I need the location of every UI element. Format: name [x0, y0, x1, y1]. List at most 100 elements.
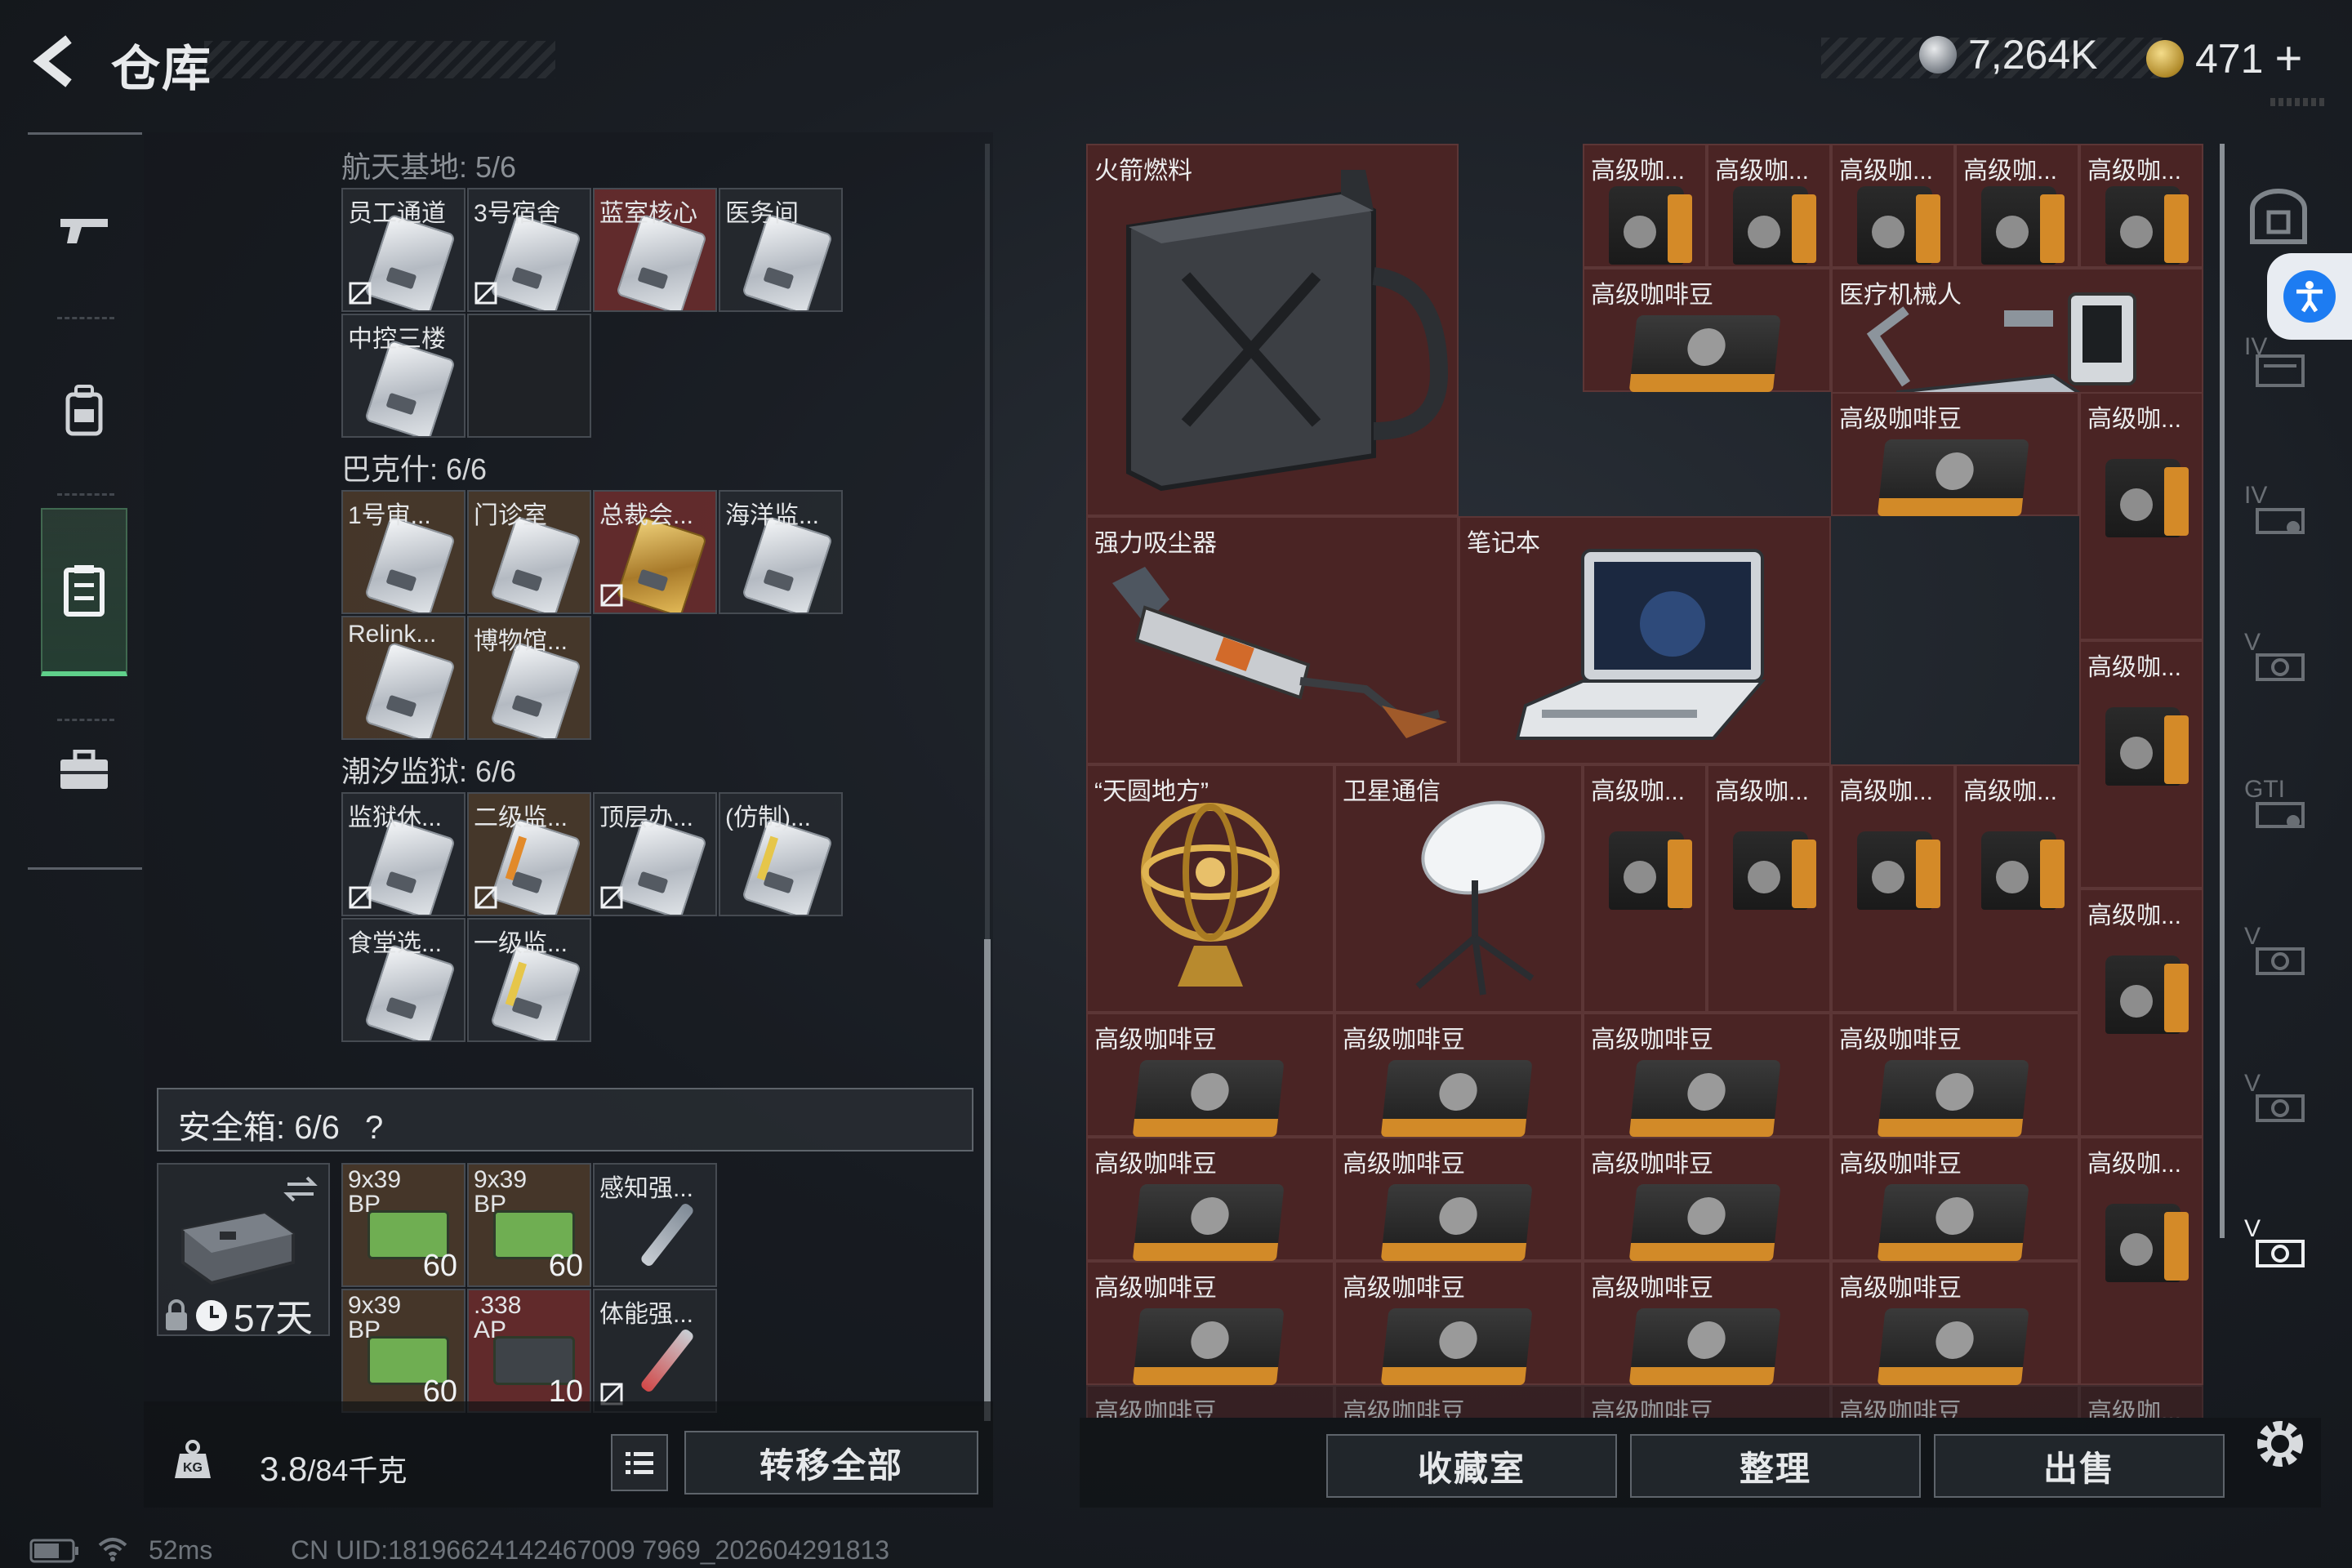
armillary-sphere-icon [1141, 803, 1280, 987]
safe-item-ammo[interactable]: .338 AP 10 [467, 1289, 591, 1413]
coffee-bag-icon [1133, 1060, 1285, 1132]
item-coffee[interactable]: 高级咖... [2079, 144, 2203, 268]
nav-weapon[interactable] [41, 186, 127, 276]
key-card[interactable]: 门诊室 [467, 490, 591, 614]
item-coffee-wide[interactable]: 高级咖啡豆 [1583, 1261, 1831, 1385]
key-card[interactable]: 海洋监... [719, 490, 843, 614]
currency-coins[interactable]: 7,264K [1919, 31, 2097, 78]
item-coffee-wide[interactable]: 高级咖啡豆 [1831, 392, 2079, 516]
sell-button[interactable]: 出售 [1934, 1434, 2225, 1498]
safe-box-help-button[interactable]: ? [365, 1110, 383, 1146]
add-currency-button[interactable]: + [2274, 31, 2302, 86]
key-card[interactable]: 中控三楼 [341, 314, 466, 438]
item-coffee-wide[interactable]: 高级咖啡豆 [1831, 1137, 2079, 1261]
key-card[interactable]: 二级监... [467, 792, 591, 916]
item-label: 高级咖啡豆 [1591, 1027, 1713, 1054]
item-coffee-wide[interactable]: 高级咖啡豆 [1086, 1261, 1334, 1385]
safe-item-ammo[interactable]: 9x39 BP 60 [341, 1163, 466, 1287]
item-coffee-wide[interactable]: 高级咖啡豆 [1583, 1013, 1831, 1137]
storage-tab-iv-2[interactable]: IV [2244, 482, 2313, 539]
item-coffee[interactable]: 高级咖... [1707, 144, 1831, 268]
sort-button[interactable]: 整理 [1630, 1434, 1921, 1498]
item-coffee-wide[interactable]: 高级咖啡豆 [1086, 1013, 1334, 1137]
item-coffee[interactable]: 高级咖... [1955, 144, 2079, 268]
item-coffee-wide[interactable]: 高级咖啡豆 [1831, 1385, 2079, 1418]
key-card[interactable]: 食堂选... [341, 918, 466, 1042]
storage-tab-v-2[interactable]: V [2244, 923, 2313, 980]
item-coffee-tall[interactable]: 高级咖... [2079, 392, 2203, 640]
item-laptop[interactable]: 笔记本 [1459, 516, 1831, 764]
item-coffee-tall[interactable]: 高级咖... [2079, 1137, 2203, 1385]
item-coffee-tall[interactable]: 高级咖... [1831, 764, 1955, 1013]
item-armillary[interactable]: “天圆地方” [1086, 764, 1334, 1013]
key-card[interactable]: 1号审... [341, 490, 466, 614]
item-coffee[interactable]: 高级咖... [1831, 144, 1955, 268]
weight-icon: KG [175, 1440, 211, 1478]
key-label: Relink... [348, 621, 437, 648]
item-coffee-wide[interactable]: 高级咖啡豆 [1334, 1137, 1583, 1261]
swap-icon[interactable] [283, 1173, 318, 1205]
item-coffee-wide[interactable]: 高级咖啡豆 [1583, 1137, 1831, 1261]
key-card[interactable]: 蓝室核心 [593, 188, 717, 312]
storage-tab-gti[interactable]: GTI [2244, 776, 2313, 833]
storage-tab-iv-1[interactable]: IV [2244, 333, 2313, 390]
item-coffee-tall[interactable]: 高级咖... [1955, 764, 2079, 1013]
storage-scrollbar-thumb[interactable] [2220, 144, 2225, 1238]
collection-room-button[interactable]: 收藏室 [1326, 1434, 1617, 1498]
item-satellite[interactable]: 卫星通信 [1334, 764, 1583, 1013]
key-card[interactable]: 医务间 [719, 188, 843, 312]
currency-tokens[interactable]: 471 + [2146, 31, 2302, 86]
nav-gear[interactable] [41, 366, 127, 456]
safe-item-stim[interactable]: 感知强... [593, 1163, 717, 1287]
item-coffee[interactable]: 高级咖... [2079, 1385, 2203, 1418]
coffee-bag-icon [1629, 1184, 1781, 1256]
keycard-icon [363, 641, 457, 738]
item-coffee-tall[interactable]: 高级咖... [2079, 640, 2203, 889]
item-label: 高级咖... [2087, 1399, 2182, 1418]
item-coffee-tall[interactable]: 高级咖... [2079, 889, 2203, 1137]
item-coffee-wide[interactable]: 高级咖啡豆 [1583, 268, 1831, 392]
storage-tab-v-3[interactable]: V [2244, 1070, 2313, 1127]
item-coffee-wide[interactable]: 高级咖啡豆 [1334, 1013, 1583, 1137]
storage-tab-v-active[interactable]: V [2244, 1215, 2313, 1272]
back-arrow-icon[interactable] [29, 33, 78, 90]
item-coffee-wide[interactable]: 高级咖啡豆 [1086, 1137, 1334, 1261]
key-card[interactable]: (仿制)... [719, 792, 843, 916]
list-view-button[interactable] [611, 1434, 668, 1491]
key-card[interactable]: Relink... [341, 616, 466, 740]
item-coffee-wide[interactable]: 高级咖啡豆 [1086, 1385, 1334, 1418]
nav-case[interactable] [41, 725, 127, 815]
item-coffee-tall[interactable]: 高级咖... [1583, 764, 1707, 1013]
key-card[interactable]: 博物馆... [467, 616, 591, 740]
item-coffee-tall[interactable]: 高级咖... [1707, 764, 1831, 1013]
item-coffee-wide[interactable]: 高级咖啡豆 [1334, 1385, 1583, 1418]
item-coffee[interactable]: 高级咖... [1583, 144, 1707, 268]
item-coffee-wide[interactable]: 高级咖啡豆 [1831, 1013, 2079, 1137]
key-card[interactable]: 3号宿舍 [467, 188, 591, 312]
item-rocket-fuel[interactable]: 火箭燃料 [1086, 144, 1459, 516]
lock-mark-icon [349, 886, 372, 909]
key-card[interactable]: 总裁会... [593, 490, 717, 614]
storage-tab-v-1[interactable]: V [2244, 629, 2313, 686]
settings-gear-icon[interactable] [2246, 1410, 2314, 1478]
key-card[interactable]: 顶层办... [593, 792, 717, 916]
key-card[interactable]: 监狱休... [341, 792, 466, 916]
item-coffee-wide[interactable]: 高级咖啡豆 [1583, 1385, 1831, 1418]
safe-item-ammo[interactable]: 9x39 BP 60 [341, 1289, 466, 1413]
coffee-bag-icon [2105, 459, 2189, 537]
nav-storage[interactable] [41, 546, 127, 635]
key-card[interactable]: 一级监... [467, 918, 591, 1042]
safe-item-stim[interactable]: 体能强... [593, 1289, 717, 1413]
empty-slot[interactable] [467, 314, 591, 438]
storage-tab-home-icon[interactable] [2244, 188, 2313, 245]
key-card[interactable]: 员工通道 [341, 188, 466, 312]
item-coffee-wide[interactable]: 高级咖啡豆 [1334, 1261, 1583, 1385]
transfer-all-button[interactable]: 转移全部 [684, 1431, 978, 1494]
item-label: “天圆地方” [1094, 778, 1209, 805]
keys-scrollbar-thumb[interactable] [984, 939, 991, 1421]
coffee-bag-icon [1878, 1308, 2029, 1380]
item-coffee-wide[interactable]: 高级咖啡豆 [1831, 1261, 2079, 1385]
item-vacuum[interactable]: 强力吸尘器 [1086, 516, 1459, 764]
safe-item-ammo[interactable]: 9x39 BP 60 [467, 1163, 591, 1287]
accessibility-button[interactable] [2267, 253, 2352, 340]
